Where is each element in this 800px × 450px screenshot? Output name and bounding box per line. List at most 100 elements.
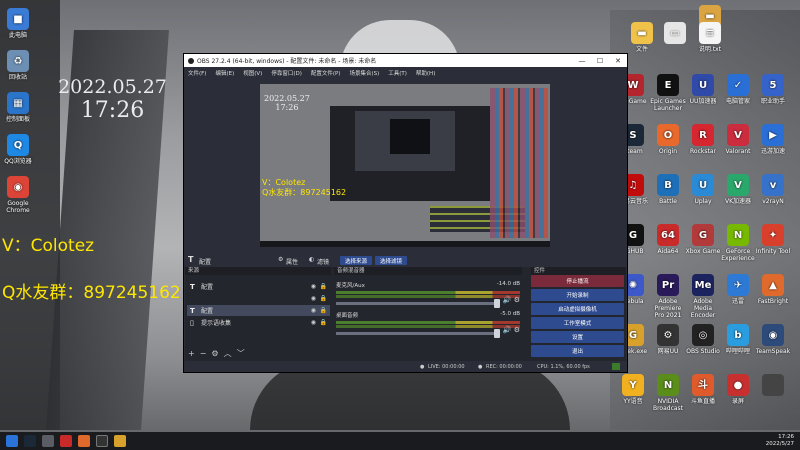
obs-taskbar-icon[interactable] [96,435,108,447]
obs-titlebar[interactable]: OBS 27.2.4 (64-bit, windows) - 配置文件: 未命名… [184,54,627,67]
move-down-icon[interactable]: ﹀ [237,349,250,358]
obs-preview[interactable]: 2022.05.27 17:26 V：Colotez Q水友群：89724516… [185,79,626,254]
gear-icon[interactable]: ⚙ [278,256,283,263]
desktop-icon[interactable]: Me Adobe Media Encoder [685,274,721,319]
eye-icon[interactable]: ◉ [311,283,316,290]
volume-slider[interactable] [336,329,500,338]
desktop-icon[interactable]: R Rockstar [685,124,721,155]
preview-canvas[interactable]: 2022.05.27 17:26 V：Colotez Q水友群：89724516… [260,84,550,247]
desktop-icon[interactable]: E Epic Games Launcher [650,74,686,112]
preview-nested-window-2 [355,111,455,171]
system-tray-clock[interactable]: 17:26 2022/5/27 [766,434,794,448]
menu-item[interactable]: 文件(F) [188,69,206,77]
lock-icon[interactable]: 🔒 [320,307,327,314]
start-menu-icon[interactable] [6,435,18,447]
desktop-icon[interactable]: ▶ 迅游加速 [755,124,791,155]
volume-slider-knob[interactable] [494,299,500,308]
lock-icon[interactable]: 🔒 [320,283,327,290]
desktop-icon[interactable]: B Battle [650,174,686,205]
eye-icon[interactable]: ◉ [311,319,316,326]
desktop-icon[interactable]: Q QQ浏览器 [0,134,38,165]
source-row[interactable]: T 配置 ◉ 🔒 [187,281,330,292]
desktop-icon[interactable]: ✓ 电脑管家 [720,74,756,105]
desktop-icon[interactable]: ♻ 回收站 [0,50,38,81]
mixer-dock-header: 音频混音器 [334,267,522,275]
menu-item[interactable]: 视图(V) [243,69,262,77]
source-row[interactable]: ▯ 提示语收集 ◉ 🔒 [187,317,330,328]
menu-item[interactable]: 场景集合(S) [349,69,379,77]
netease-music-taskbar-icon[interactable] [60,435,72,447]
desktop-icon[interactable]: ▦ 控制面板 [0,92,38,123]
desktop-icon[interactable]: ▭ [655,22,695,46]
volume-slider-knob[interactable] [494,329,500,338]
desktop-date: 2022.05.27 [58,76,167,98]
desktop-icon[interactable]: ≡ 说明.txt [690,22,730,53]
desktop-icon[interactable]: 斗斗鱼直播 [685,374,721,405]
desktop-icon[interactable]: ◉ TeamSpeak [755,324,791,355]
desktop-icon[interactable]: b 哔哩哔哩 [720,324,756,355]
control-button[interactable]: 开始录制 [531,289,624,301]
desktop-icon[interactable]: ■ 此电脑 [0,8,38,39]
remove-icon[interactable]: − [200,349,212,358]
gear-icon[interactable]: ⚙ [511,296,520,304]
desktop-icon[interactable]: O Origin [650,124,686,155]
add-icon[interactable]: + [188,349,200,358]
select-source-button[interactable]: 选择来源 [340,256,372,265]
desktop-icon[interactable]: U Uplay [685,174,721,205]
menu-item[interactable]: 编辑(E) [215,69,234,77]
control-button[interactable]: 启动虚拟摄像机 [531,303,624,315]
desktop-icon[interactable]: ● 录屏 [720,374,756,405]
properties-button[interactable]: 属性 [286,257,298,266]
file-taskbar-icon[interactable] [114,435,126,447]
desktop-icon[interactable]: 5 职业助手 [755,74,791,105]
gear-icon[interactable]: ⚙ [211,349,223,358]
menu-item[interactable]: 工具(T) [388,69,407,77]
gear-icon[interactable]: ⚙ [511,326,520,334]
desktop-icon[interactable]: Pr Adobe Premiere Pro 2021 [650,274,686,319]
desktop-icon[interactable]: 64 Aida64 [650,224,686,255]
desktop-icon[interactable]: ⚙ 网易UU [650,324,686,355]
desktop-icon[interactable]: v v2rayN [755,174,791,205]
control-button[interactable]: 退出 [531,345,624,357]
menu-item[interactable]: 停靠窗口(D) [271,69,302,77]
menu-item[interactable]: 配置文件(P) [311,69,341,77]
desktop-icon[interactable]: ✈ 迅雷 [720,274,756,305]
filter-icon[interactable]: ◐ [309,256,314,263]
filters-button[interactable]: 滤镜 [317,257,329,266]
lock-icon[interactable]: 🔒 [320,319,327,326]
eye-icon[interactable]: ◉ [311,307,316,314]
game-taskbar-icon[interactable] [78,435,90,447]
minimize-button[interactable]: — [573,57,591,65]
desktop-icon[interactable]: N NVIDIA Broadcast [650,374,686,412]
text-source-icon: T [188,255,194,264]
source-row[interactable]: ◉ 🔒 [187,293,330,304]
control-button[interactable]: 设置 [531,331,624,343]
source-row[interactable]: T 配置 ◉ 🔒 [187,305,330,316]
desktop-icon[interactable]: U UU加速器 [685,74,721,105]
mixer-channel-db: -14.0 dB [496,281,520,287]
menu-item[interactable]: 帮助(H) [416,69,435,77]
control-button[interactable]: 停止播流 [531,275,624,287]
desktop-icon[interactable]: ◉ Google Chrome [0,176,38,214]
volume-slider[interactable] [336,299,500,308]
explorer-taskbar-icon[interactable] [42,435,54,447]
maximize-button[interactable]: ☐ [591,57,609,65]
desktop-icon[interactable] [755,374,791,398]
control-button[interactable]: 工作室模式 [531,317,624,329]
move-up-icon[interactable]: ︿ [224,349,237,358]
desktop-icon[interactable]: ✦ Infinity Tool [755,224,791,255]
close-button[interactable]: ✕ [609,57,627,65]
steam-taskbar-icon[interactable] [24,435,36,447]
select-filter-button[interactable]: 选择滤镜 [375,256,407,265]
lock-icon[interactable]: 🔒 [320,295,327,302]
desktop-icon[interactable]: ▲ FastBright [755,274,791,305]
app-icon: N [727,224,749,246]
desktop-icon[interactable]: G Xbox Game [685,224,721,255]
desktop-icon[interactable]: Y YY语音 [615,374,651,405]
desktop-icon[interactable]: V Valorant [720,124,756,155]
desktop-icon[interactable]: V VK加速器 [720,174,756,205]
obs-window[interactable]: OBS 27.2.4 (64-bit, windows) - 配置文件: 未命名… [183,53,628,373]
desktop-icon[interactable]: ◎ OBS Studio [685,324,721,355]
eye-icon[interactable]: ◉ [311,295,316,302]
desktop-icon[interactable]: N GeForce Experience [720,224,756,262]
